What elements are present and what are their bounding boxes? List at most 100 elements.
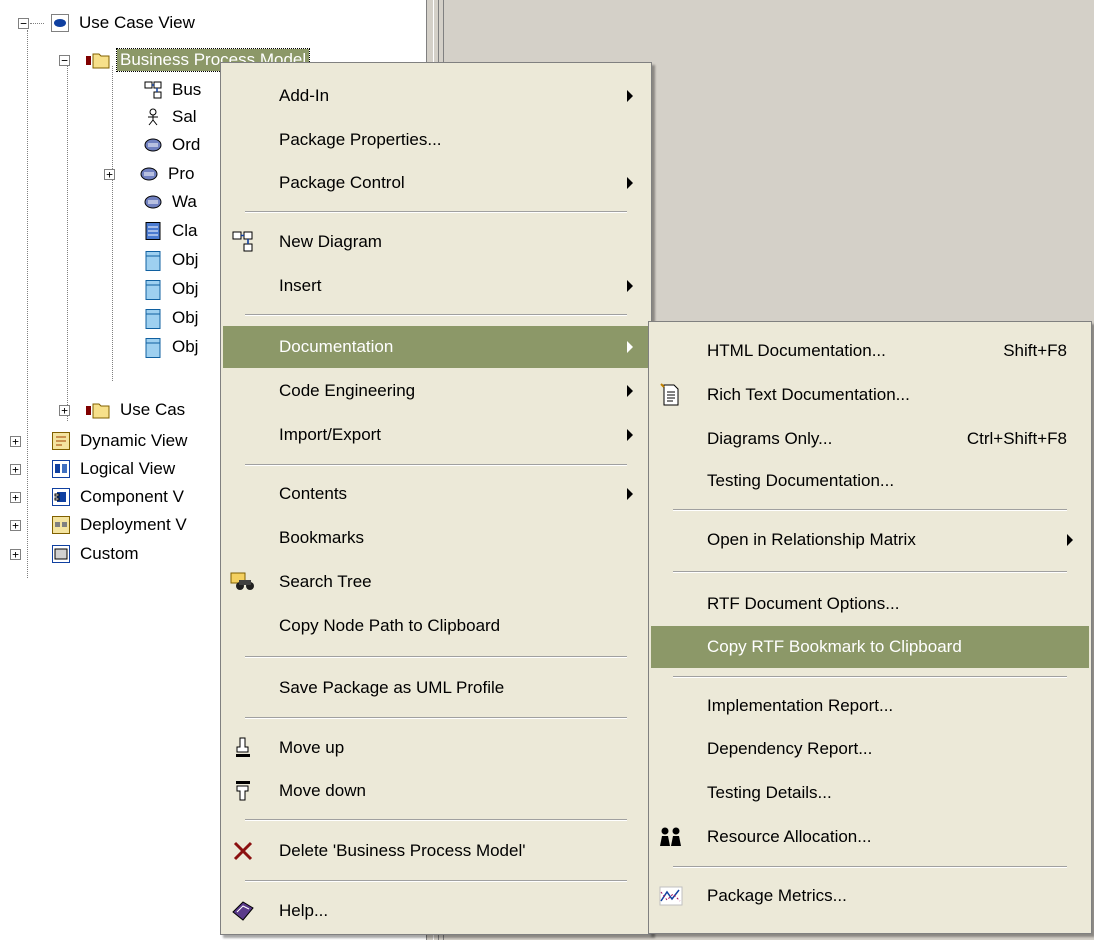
menu-item-label: Rich Text Documentation... (707, 385, 910, 404)
menu-item-label: Implementation Report... (707, 696, 894, 715)
new-diagram-icon (229, 228, 257, 256)
menu-item-label: Import/Export (279, 425, 382, 444)
menu-item-search-tree[interactable]: Search Tree (223, 561, 649, 603)
menu-item-testing-details[interactable]: Testing Details... (651, 772, 1089, 814)
submenu-arrow-icon (627, 385, 633, 397)
menu-item-resource-allocation[interactable]: Resource Allocation... (651, 816, 1089, 858)
object-icon (144, 338, 162, 358)
expand-toggle[interactable]: + (59, 404, 70, 416)
menu-item-insert[interactable]: Insert (223, 265, 649, 307)
menu-item-label: Documentation (279, 337, 394, 356)
tree-node-child[interactable]: Cla (144, 219, 201, 243)
tree-node-component-view[interactable]: + Component V (10, 485, 187, 509)
object-icon (144, 251, 162, 271)
menu-item-label: HTML Documentation... (707, 341, 886, 360)
menu-item-label: Package Control (279, 173, 405, 192)
menu-item-label: Copy RTF Bookmark to Clipboard (707, 637, 962, 656)
tree-node-child[interactable]: Obj (144, 277, 201, 301)
tree-node-deployment-view[interactable]: + Deployment V (10, 513, 190, 537)
submenu-arrow-icon (1067, 534, 1073, 546)
folder-icon (86, 51, 110, 69)
menu-item-import-export[interactable]: Import/Export (223, 414, 649, 456)
expand-toggle[interactable]: + (10, 519, 21, 531)
menu-separator (673, 676, 1067, 678)
menu-item-label: Package Properties... (279, 130, 442, 149)
submenu-arrow-icon (627, 488, 633, 500)
menu-item-save-uml-profile[interactable]: Save Package as UML Profile (223, 667, 649, 709)
metrics-chart-icon (657, 882, 685, 910)
tree-node-label: Use Cas (120, 400, 186, 419)
tree-node-use-case-view[interactable]: − Use Case View (18, 11, 198, 35)
menu-item-implementation-report[interactable]: Implementation Report... (651, 685, 1089, 727)
tree-connector (67, 66, 68, 421)
menu-item-html-documentation[interactable]: HTML Documentation... Shift+F8 (651, 330, 1089, 372)
menu-item-dependency-report[interactable]: Dependency Report... (651, 728, 1089, 770)
tree-node-label: Custom (80, 544, 139, 563)
menu-separator (245, 211, 627, 213)
menu-item-testing-documentation[interactable]: Testing Documentation... (651, 460, 1089, 502)
menu-item-documentation[interactable]: Documentation (223, 326, 649, 368)
tree-node-child[interactable]: Obj (144, 306, 201, 330)
tree-node-label: Cla (172, 221, 198, 240)
menu-separator (673, 509, 1067, 511)
tree-node-child[interactable]: Bus (144, 78, 204, 102)
component-view-icon (52, 488, 70, 506)
tree-node-child[interactable]: Obj (144, 248, 201, 272)
tree-node-label: Bus (172, 80, 202, 99)
tree-node-use-case-folder[interactable]: + Use Cas (59, 398, 188, 422)
menu-item-package-metrics[interactable]: Package Metrics... (651, 875, 1089, 917)
tree-node-child[interactable]: Wa (144, 190, 200, 214)
collapse-toggle[interactable]: − (18, 17, 29, 29)
tree-node-child[interactable]: + Pro (104, 162, 197, 186)
menu-item-bookmarks[interactable]: Bookmarks (223, 517, 649, 559)
dynamic-view-icon (52, 432, 70, 450)
menu-item-rtf-document-options[interactable]: RTF Document Options... (651, 583, 1089, 625)
menu-item-copy-rtf-bookmark[interactable]: Copy RTF Bookmark to Clipboard (651, 626, 1089, 668)
menu-item-relationship-matrix[interactable]: Open in Relationship Matrix (651, 519, 1089, 561)
menu-item-delete[interactable]: Delete 'Business Process Model' (223, 830, 649, 872)
tree-node-logical-view[interactable]: + Logical View (10, 457, 178, 481)
menu-item-label: Copy Node Path to Clipboard (279, 616, 501, 635)
tree-node-custom[interactable]: + Custom (10, 542, 142, 566)
tree-node-child[interactable]: Ord (144, 133, 203, 157)
menu-item-package-properties[interactable]: Package Properties... (223, 119, 649, 161)
menu-item-add-in[interactable]: Add-In (223, 75, 649, 117)
tree-node-dynamic-view[interactable]: + Dynamic View (10, 429, 190, 453)
menu-item-code-engineering[interactable]: Code Engineering (223, 370, 649, 412)
menu-separator (245, 819, 627, 821)
submenu-arrow-icon (627, 280, 633, 292)
custom-view-icon (52, 545, 70, 563)
expand-toggle[interactable]: + (10, 548, 21, 560)
menu-separator (245, 464, 627, 466)
menu-item-help[interactable]: Help... (223, 890, 649, 932)
expand-toggle[interactable]: + (10, 491, 21, 503)
expand-toggle[interactable]: + (10, 463, 21, 475)
tree-node-label: Component V (80, 487, 184, 506)
menu-separator (245, 314, 627, 316)
menu-item-contents[interactable]: Contents (223, 473, 649, 515)
deployment-view-icon (52, 516, 70, 534)
menu-item-rich-text-documentation[interactable]: Rich Text Documentation... (651, 374, 1089, 416)
tree-node-label: Deployment V (80, 515, 187, 534)
menu-item-diagrams-only[interactable]: Diagrams Only... Ctrl+Shift+F8 (651, 418, 1089, 460)
menu-item-new-diagram[interactable]: New Diagram (223, 221, 649, 263)
tree-node-label: Obj (172, 279, 199, 298)
expand-toggle[interactable]: + (104, 168, 115, 180)
activity-icon (144, 193, 162, 211)
menu-item-move-up[interactable]: Move up (223, 727, 649, 769)
menu-item-copy-node-path[interactable]: Copy Node Path to Clipboard (223, 605, 649, 647)
tree-node-label: Ord (172, 135, 201, 154)
resource-people-icon (657, 823, 685, 851)
diagram-icon (144, 81, 162, 99)
menu-separator (673, 571, 1067, 573)
expand-toggle[interactable]: + (10, 435, 21, 447)
tree-node-child[interactable]: Sal (144, 105, 200, 129)
move-up-icon (229, 734, 257, 762)
menu-item-move-down[interactable]: Move down (223, 770, 649, 812)
documentation-submenu: HTML Documentation... Shift+F8 Rich Text… (648, 321, 1092, 934)
menu-item-package-control[interactable]: Package Control (223, 162, 649, 204)
menu-item-shortcut: Ctrl+Shift+F8 (966, 429, 1067, 448)
use-case-view-icon (51, 14, 69, 32)
tree-node-child[interactable]: Obj (144, 335, 201, 359)
collapse-toggle[interactable]: − (59, 54, 70, 66)
